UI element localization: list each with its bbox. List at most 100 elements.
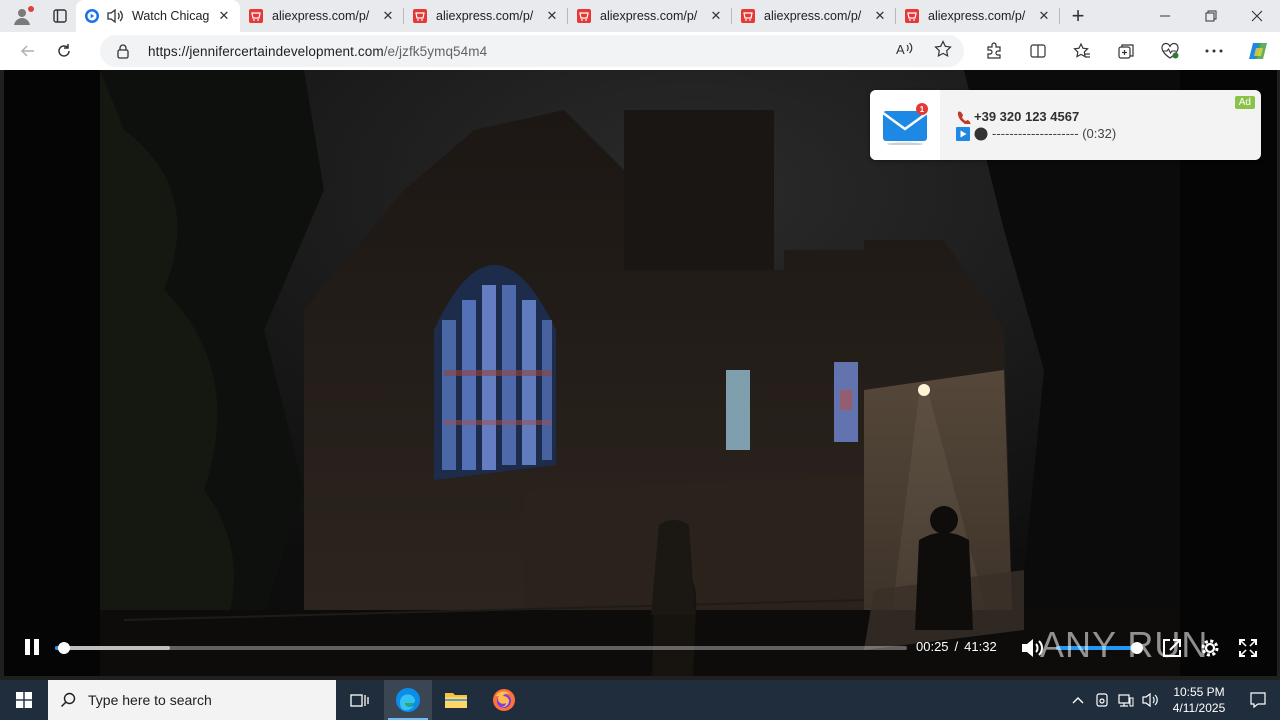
ad-audio-line: -------------------- (0:32) [956, 125, 1116, 142]
tab-aliexpress[interactable]: aliexpress.com/p/ ✕ [240, 0, 404, 32]
favorite-star-icon[interactable] [934, 39, 952, 63]
settings-menu-button[interactable] [1192, 32, 1236, 70]
refresh-button[interactable] [46, 33, 82, 69]
ad-popup[interactable]: 1 +39 320 123 4567 -------------------- … [870, 90, 1261, 160]
url-path: /e/jzfk5ymq54m4 [383, 43, 488, 59]
taskbar-clock[interactable]: 10:55 PM 4/11/2025 [1162, 684, 1236, 716]
show-hidden-icons[interactable] [1066, 680, 1090, 720]
tab-aliexpress[interactable]: aliexpress.com/p/ ✕ [568, 0, 732, 32]
edge-icon [396, 688, 420, 712]
speaker-icon[interactable] [106, 8, 124, 24]
video-player[interactable]: 1 +39 320 123 4567 -------------------- … [4, 70, 1277, 676]
taskbar-firefox[interactable] [480, 680, 528, 720]
taskbar-file-explorer[interactable] [432, 680, 480, 720]
popout-button[interactable] [1160, 636, 1184, 660]
network-icon [1118, 694, 1134, 707]
notification-center-button[interactable] [1236, 680, 1280, 720]
tab-title: aliexpress.com/p/ [928, 9, 1026, 23]
aliexpress-cart-icon [413, 9, 427, 23]
favorites-button[interactable] [1060, 32, 1104, 70]
gear-icon [1201, 639, 1219, 657]
browser-essentials-button[interactable] [1148, 32, 1192, 70]
close-tab-icon[interactable]: ✕ [708, 8, 724, 24]
close-icon [1251, 10, 1263, 22]
settings-button[interactable] [1198, 636, 1222, 660]
duration: 41:32 [964, 639, 997, 654]
tab-strip: Watch Chicag ✕ aliexpress.com/p/ ✕ aliex… [0, 0, 1280, 32]
profile-button[interactable] [0, 0, 44, 32]
seek-handle[interactable] [57, 642, 70, 654]
lock-icon[interactable] [116, 43, 136, 59]
profile-alert-dot [28, 6, 34, 12]
tab-actions-button[interactable] [44, 0, 76, 32]
seek-bar[interactable] [55, 642, 907, 654]
url-bar[interactable]: https://jennifercertaindevelopment.com/e… [100, 35, 964, 67]
tab-title: Watch Chicag [132, 9, 210, 23]
play-circle-icon [85, 9, 99, 23]
close-window-button[interactable] [1234, 0, 1280, 32]
tab-aliexpress[interactable]: aliexpress.com/p/ ✕ [732, 0, 896, 32]
close-tab-icon[interactable]: ✕ [1036, 8, 1052, 24]
back-arrow-icon [20, 45, 34, 57]
speaker-icon [1142, 692, 1158, 708]
extensions-button[interactable] [972, 32, 1016, 70]
split-screen-icon [1030, 44, 1046, 58]
close-tab-icon[interactable]: ✕ [216, 8, 232, 24]
refresh-icon [58, 44, 70, 57]
play-square-icon [956, 126, 970, 141]
tray-device-icon[interactable] [1090, 680, 1114, 720]
start-button[interactable] [0, 680, 48, 720]
restore-button[interactable] [1188, 0, 1234, 32]
folder-icon [445, 693, 467, 708]
taskbar: Type here to search 10:55 PM 4/11/2025 [0, 680, 1280, 720]
split-screen-button[interactable] [1016, 32, 1060, 70]
notification-icon [1250, 692, 1266, 709]
tray-network[interactable] [1114, 680, 1138, 720]
fullscreen-button[interactable] [1236, 636, 1260, 660]
minimize-button[interactable] [1142, 0, 1188, 32]
fullscreen-icon [1239, 639, 1257, 657]
time-display: 00:25 / 41:32 [916, 639, 997, 654]
windows-logo-icon [16, 692, 32, 708]
ad-audio-status: -------------------- (0:32) [992, 126, 1117, 141]
pause-button[interactable] [22, 637, 42, 657]
tab-aliexpress[interactable]: aliexpress.com/p/ ✕ [896, 0, 1060, 32]
close-tab-icon[interactable]: ✕ [544, 8, 560, 24]
clock-time: 10:55 PM [1173, 685, 1225, 699]
aliexpress-cart-icon [577, 9, 591, 23]
system-tray: 10:55 PM 4/11/2025 [1066, 680, 1280, 720]
time-separator: / [954, 639, 959, 654]
aliexpress-cart-icon [905, 9, 919, 23]
tab-aliexpress[interactable]: aliexpress.com/p/ ✕ [404, 0, 568, 32]
read-aloud-icon[interactable]: A [896, 41, 914, 62]
tab-title: aliexpress.com/p/ [600, 9, 698, 23]
tray-volume[interactable] [1138, 680, 1162, 720]
puzzle-icon [987, 42, 1001, 59]
aliexpress-cart-icon [249, 9, 263, 23]
taskbar-search[interactable]: Type here to search [48, 680, 336, 720]
back-button[interactable] [10, 33, 46, 69]
new-tab-button[interactable]: + [1060, 0, 1096, 32]
url-text[interactable]: https://jennifercertaindevelopment.com/e… [148, 44, 487, 59]
ad-label: Ad [1234, 96, 1255, 109]
pause-icon [25, 639, 39, 655]
tab-title: aliexpress.com/p/ [436, 9, 534, 23]
tab-watch[interactable]: Watch Chicag ✕ [76, 0, 240, 32]
restore-icon [1205, 10, 1217, 22]
collections-button[interactable] [1104, 32, 1148, 70]
external-window-icon [1163, 639, 1181, 657]
search-placeholder: Type here to search [88, 692, 212, 708]
notification-badge: 1 [916, 103, 928, 115]
url-host: https://jennifercertaindevelopment.com [148, 43, 384, 59]
taskbar-edge[interactable] [384, 680, 432, 720]
close-tab-icon[interactable]: ✕ [872, 8, 888, 24]
copilot-icon [1249, 43, 1267, 59]
tab-actions-icon [53, 9, 67, 23]
firefox-icon [493, 689, 515, 711]
task-view-button[interactable] [336, 680, 384, 720]
plus-icon: + [1071, 3, 1085, 28]
copilot-button[interactable] [1236, 32, 1280, 70]
close-tab-icon[interactable]: ✕ [380, 8, 396, 24]
device-icon [1096, 693, 1108, 707]
aliexpress-cart-icon [741, 9, 755, 23]
